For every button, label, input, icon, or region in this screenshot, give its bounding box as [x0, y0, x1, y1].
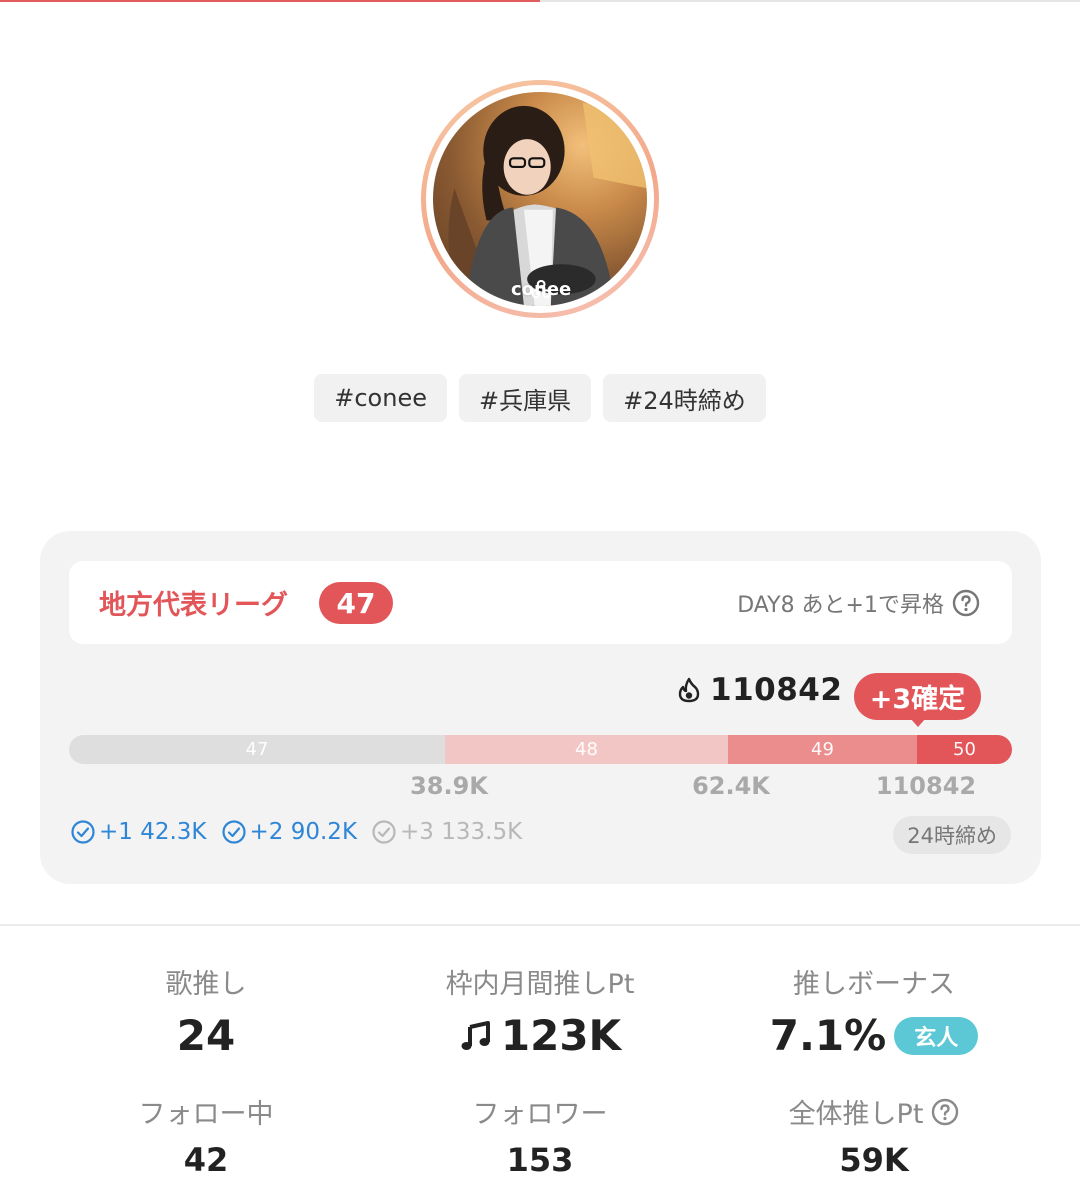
league-name: 地方代表リーグ [99, 590, 288, 621]
avatar-brand-watermark: conee [511, 279, 571, 300]
league-bar-segment: 48 [445, 735, 728, 764]
stat-value: 24 [176, 1011, 236, 1060]
league-header[interactable]: 地方代表リーグ 47 DAY8 あと+1で昇格 [69, 561, 1012, 644]
promotion-target: +1 42.3K [70, 819, 207, 845]
check-circle-icon [71, 820, 95, 844]
league-bar-segment: 49 [728, 735, 917, 764]
threshold-label: 110842 [875, 772, 977, 800]
section-divider [0, 924, 1080, 926]
top-load-progress-fill [0, 0, 540, 2]
check-circle-icon [372, 820, 396, 844]
league-status-text: DAY8 あと+1で昇格 [737, 593, 944, 618]
score-value: 110842 [710, 672, 843, 708]
promotion-confirmed-badge: +3確定 [854, 673, 981, 720]
stat-label: 推しボーナス [793, 969, 955, 1000]
promotion-badge-pointer [910, 718, 926, 727]
deadline-badge: 24時締め [893, 816, 1011, 854]
tag-prefecture[interactable]: #兵庫県 [458, 374, 592, 422]
question-icon[interactable] [952, 589, 980, 617]
promotion-targets: +1 42.3K +2 90.2K +3 133.5K [70, 819, 522, 845]
stat-label: 枠内月間推しPt [445, 969, 635, 1000]
promotion-target-text: +1 42.3K [99, 819, 207, 845]
stat-label: フォロー中 [138, 1099, 274, 1130]
top-load-progress [0, 0, 1080, 2]
stat-value-row: 123K [360, 1011, 720, 1060]
stat-monthly-pt[interactable]: 枠内月間推しPt 123K [360, 962, 720, 1060]
avatar-frame: conee [426, 85, 654, 313]
current-score: 110842 [676, 672, 842, 708]
stat-followers[interactable]: フォロワー 153 [360, 1092, 720, 1179]
stat-following[interactable]: フォロー中 42 [26, 1092, 386, 1179]
threshold-label: 38.9K [410, 772, 488, 800]
tag-list: #conee #兵庫県 #24時締め [0, 374, 1080, 422]
stat-value: 59K [839, 1141, 909, 1179]
threshold-label: 62.4K [692, 772, 770, 800]
music-note-icon [461, 1020, 490, 1050]
flame-icon [678, 677, 700, 703]
stat-song-oshi[interactable]: 歌推し 24 [26, 962, 386, 1060]
stat-label: 全体推しPt [788, 1099, 924, 1130]
tag-conee[interactable]: #conee [314, 374, 447, 422]
league-rank-badge: 47 [319, 582, 393, 624]
promotion-target: +2 90.2K [221, 819, 358, 845]
league-card: 地方代表リーグ 47 DAY8 あと+1で昇格 110842 +3確定 47 4… [40, 531, 1041, 884]
conee-logo-icon [531, 279, 551, 299]
promotion-target-text: +2 90.2K [249, 819, 358, 845]
stat-value: 123K [500, 1011, 622, 1060]
promotion-target-text: +3 133.5K [400, 819, 523, 845]
avatar-portrait-illustration [448, 102, 647, 306]
stat-bonus[interactable]: 推しボーナス 7.1% 玄人 [694, 962, 1054, 1060]
question-icon[interactable] [931, 1098, 959, 1126]
league-bar-segment: 47 [69, 735, 445, 764]
stat-value: 7.1% [769, 1011, 887, 1060]
fan-rank-badge: 玄人 [894, 1016, 979, 1055]
stat-value: 42 [183, 1141, 229, 1179]
promotion-target: +3 133.5K [371, 819, 522, 845]
tag-deadline[interactable]: #24時締め [603, 374, 766, 422]
league-bar-segment: 50 [917, 735, 1012, 764]
league-status: DAY8 あと+1で昇格 [737, 587, 980, 619]
check-circle-icon [221, 820, 246, 844]
stat-value: 153 [506, 1141, 574, 1179]
avatar-photo: conee [433, 92, 647, 306]
league-progress-bar: 47 48 49 50 [69, 735, 1012, 764]
profile-avatar[interactable]: conee [421, 80, 659, 318]
stat-total-pt[interactable]: 全体推しPt 59K [694, 1092, 1054, 1179]
stat-label-row: 全体推しPt [694, 1092, 1054, 1131]
stat-label: 歌推し [165, 969, 247, 1000]
stat-label: フォロワー [472, 1099, 608, 1130]
stat-value-row: 7.1% 玄人 [694, 1011, 1054, 1060]
